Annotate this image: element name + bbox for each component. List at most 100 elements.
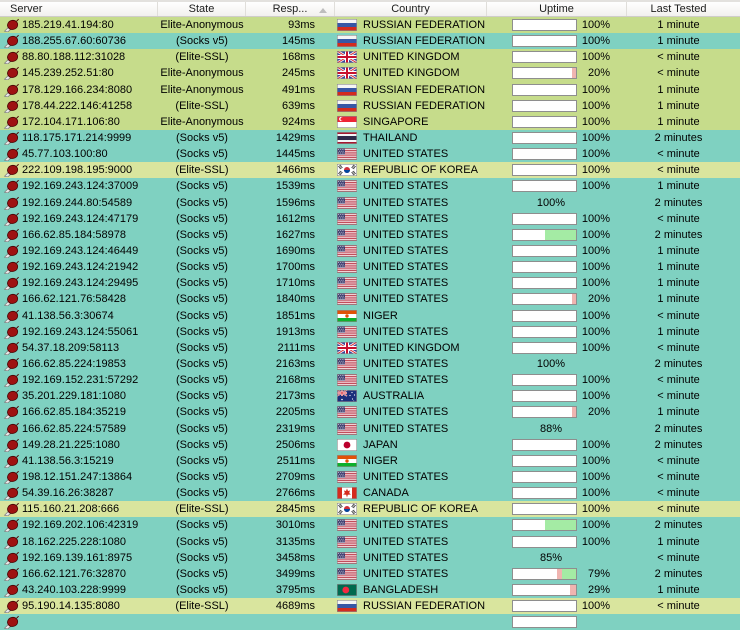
proxy-spray-icon bbox=[0, 292, 22, 307]
proxy-row[interactable]: 172.104.171.106:80 Elite-Anonymous 924ms SI… bbox=[0, 113, 740, 130]
proxy-row[interactable]: 43.240.103.228:9999 (Socks v5) 3795ms BANGL… bbox=[0, 581, 740, 599]
proxy-row-partial[interactable] bbox=[0, 614, 740, 630]
column-header-last-tested[interactable]: Last Tested bbox=[627, 2, 740, 16]
uptime-bar-segment bbox=[513, 407, 572, 418]
uptime-bar-segment bbox=[513, 326, 576, 337]
proxy-spray-icon bbox=[0, 405, 22, 420]
uptime-percent: 100% bbox=[581, 535, 610, 548]
proxy-row[interactable]: 41.138.56.3:15219 (Socks v5) 2511ms NIGER 10… bbox=[0, 452, 740, 469]
country-flag-icon bbox=[337, 83, 357, 96]
proxy-state: Elite-Anonymous bbox=[160, 115, 244, 128]
proxy-spray-icon bbox=[0, 583, 22, 597]
proxy-row[interactable]: 145.239.252.51:80 Elite-Anonymous 245ms UNI… bbox=[0, 65, 740, 82]
uptime-cell: 100% bbox=[487, 600, 627, 613]
column-header-uptime[interactable]: Uptime bbox=[487, 2, 627, 16]
last-tested: < minute bbox=[657, 67, 700, 80]
response-time: 168ms bbox=[281, 51, 315, 64]
country-name: BANGLADESH bbox=[363, 583, 439, 596]
response-time: 2163ms bbox=[275, 358, 315, 371]
proxy-row[interactable]: 192.169.139.161:8975 (Socks v5) 3458ms UNIT… bbox=[0, 549, 740, 566]
proxy-row[interactable]: 178.44.222.146:41258 (Elite-SSL) 639ms RUSS… bbox=[0, 97, 740, 114]
server-address: 88.80.188.112:31028 bbox=[22, 51, 126, 64]
last-tested: 1 minute bbox=[657, 35, 700, 48]
uptime-percent: 100% bbox=[536, 196, 566, 209]
response-time: 1851ms bbox=[275, 309, 315, 322]
country-name: AUSTRALIA bbox=[363, 390, 425, 403]
last-tested: 2 minutes bbox=[654, 132, 703, 145]
proxy-row[interactable]: 166.62.121.76:32870 (Socks v5) 3499ms UNITE… bbox=[0, 565, 740, 582]
proxy-row[interactable]: 192.169.243.124:47179 (Socks v5) 1612ms UNI… bbox=[0, 210, 740, 227]
country-cell: AUSTRALIA bbox=[335, 390, 487, 403]
proxy-spray-icon bbox=[0, 228, 22, 242]
country-flag-icon bbox=[337, 358, 357, 371]
uptime-bar-segment bbox=[513, 181, 576, 192]
proxy-row[interactable]: 18.162.225.228:1080 (Socks v5) 3135ms UNITE… bbox=[0, 533, 740, 550]
proxy-row[interactable]: 166.62.85.224:19853 (Socks v5) 2163ms UNITE… bbox=[0, 355, 740, 373]
proxy-state: Elite-Anonymous bbox=[160, 83, 244, 96]
uptime-bar-segment bbox=[513, 278, 576, 289]
proxy-row[interactable]: 192.169.152.231:57292 (Socks v5) 2168ms UNI… bbox=[0, 372, 740, 389]
uptime-bar bbox=[512, 406, 577, 419]
proxy-spray-icon bbox=[0, 567, 22, 581]
response-time: 1429ms bbox=[275, 132, 315, 145]
country-flag-icon bbox=[337, 228, 357, 241]
proxy-row[interactable]: 115.160.21.208:666 (Elite-SSL) 2845ms REPUB… bbox=[0, 501, 740, 518]
proxy-spray-icon bbox=[0, 470, 22, 484]
proxy-row[interactable]: 198.12.151.247:13864 (Socks v5) 2709ms UNIT… bbox=[0, 468, 740, 486]
uptime-bar-segment bbox=[513, 455, 576, 466]
last-tested: 1 minute bbox=[657, 180, 700, 193]
proxy-row[interactable]: 166.62.85.224:57589 (Socks v5) 2319ms UNITE… bbox=[0, 420, 740, 437]
proxy-row[interactable]: 178.129.166.234:8080 Elite-Anonymous 491ms… bbox=[0, 81, 740, 98]
proxy-state: (Socks v5) bbox=[176, 35, 228, 48]
proxy-row[interactable]: 222.109.198.195:9000 (Elite-SSL) 1466ms REP… bbox=[0, 162, 740, 179]
proxy-row[interactable]: 54.37.18.209:58113 (Socks v5) 2111ms UNITED… bbox=[0, 339, 740, 356]
country-name: UNITED STATES bbox=[363, 471, 449, 483]
column-header-state[interactable]: State bbox=[158, 2, 246, 16]
proxy-state: (Socks v5) bbox=[176, 454, 228, 467]
proxy-row[interactable]: 192.169.243.124:21942 (Socks v5) 1700ms UNI… bbox=[0, 259, 740, 276]
proxy-row[interactable]: 192.169.243.124:29495 (Socks v5) 1710ms UNI… bbox=[0, 275, 740, 292]
last-tested: 1 minute bbox=[657, 115, 700, 128]
proxy-row[interactable]: 118.175.171.214:9999 (Socks v5) 1429ms THAI… bbox=[0, 129, 740, 147]
proxy-row[interactable]: 95.190.14.135:8080 (Elite-SSL) 4689ms RUSSI… bbox=[0, 598, 740, 615]
country-cell: JAPAN bbox=[335, 438, 487, 451]
response-time: 1913ms bbox=[275, 325, 315, 338]
country-name: UNITED STATES bbox=[363, 374, 449, 387]
proxy-row[interactable]: 45.77.103.100:80 (Socks v5) 1445ms UNITED S… bbox=[0, 146, 740, 163]
proxy-row[interactable]: 54.39.16.26:38287 (Socks v5) 2766ms CANADA 1… bbox=[0, 485, 740, 502]
proxy-row[interactable]: 192.169.244.80:54589 (Socks v5) 1596ms UNIT… bbox=[0, 194, 740, 211]
proxy-row[interactable]: 149.28.21.225:1080 (Socks v5) 2506ms JAPAN 1… bbox=[0, 436, 740, 453]
country-flag-icon bbox=[337, 212, 357, 225]
country-flag-icon bbox=[337, 374, 357, 387]
last-tested: 1 minute bbox=[657, 293, 700, 306]
proxy-row[interactable]: 192.169.243.124:46449 (Socks v5) 1690ms UNI… bbox=[0, 242, 740, 260]
proxy-row[interactable]: 192.169.243.124:55061 (Socks v5) 1913ms UNI… bbox=[0, 323, 740, 340]
proxy-state: (Elite-SSL) bbox=[175, 164, 229, 177]
proxy-row[interactable]: 188.255.67.60:60736 (Socks v5) 145ms RUSSIA… bbox=[0, 33, 740, 50]
column-header-server[interactable]: Server bbox=[0, 2, 158, 16]
proxy-row[interactable]: 185.219.41.194:80 Elite-Anonymous 93ms RUSS… bbox=[0, 17, 740, 34]
response-time: 2766ms bbox=[275, 487, 315, 500]
response-time: 1690ms bbox=[275, 245, 315, 258]
proxy-row[interactable]: 192.169.243.124:37009 (Socks v5) 1539ms UNI… bbox=[0, 178, 740, 195]
proxy-row[interactable]: 41.138.56.3:30674 (Socks v5) 1851ms NIGER 10… bbox=[0, 307, 740, 324]
response-time: 2173ms bbox=[275, 390, 315, 403]
last-tested: 1 minute bbox=[657, 535, 700, 548]
proxy-row[interactable]: 88.80.188.112:31028 (Elite-SSL) 168ms UNITE… bbox=[0, 49, 740, 66]
country-name: THAILAND bbox=[363, 132, 418, 145]
proxy-row[interactable]: 166.62.121.76:58428 (Socks v5) 1840ms UNITE… bbox=[0, 291, 740, 308]
proxy-row[interactable]: 166.62.85.184:58978 (Socks v5) 1627ms UNITE… bbox=[0, 226, 740, 243]
column-header-country[interactable]: Country bbox=[335, 2, 487, 16]
uptime-percent: 100% bbox=[581, 148, 610, 161]
proxy-row[interactable]: 166.62.85.184:35219 (Socks v5) 2205ms UNITE… bbox=[0, 404, 740, 421]
uptime-bar-segment bbox=[513, 439, 576, 450]
country-cell: RUSSIAN FEDERATION bbox=[335, 19, 487, 32]
server-address: 166.62.85.184:58978 bbox=[22, 228, 126, 241]
proxy-row[interactable]: 192.169.202.106:42319 (Socks v5) 3010ms UNI… bbox=[0, 517, 740, 534]
uptime-percent: 100% bbox=[581, 309, 610, 322]
column-header-response[interactable]: Resp... bbox=[246, 2, 335, 16]
proxy-row[interactable]: 35.201.229.181:1080 (Socks v5) 2173ms AUSTR… bbox=[0, 388, 740, 405]
country-name: REPUBLIC OF KOREA bbox=[363, 503, 478, 516]
uptime-bar bbox=[512, 148, 577, 161]
uptime-bar-segment bbox=[513, 391, 576, 402]
